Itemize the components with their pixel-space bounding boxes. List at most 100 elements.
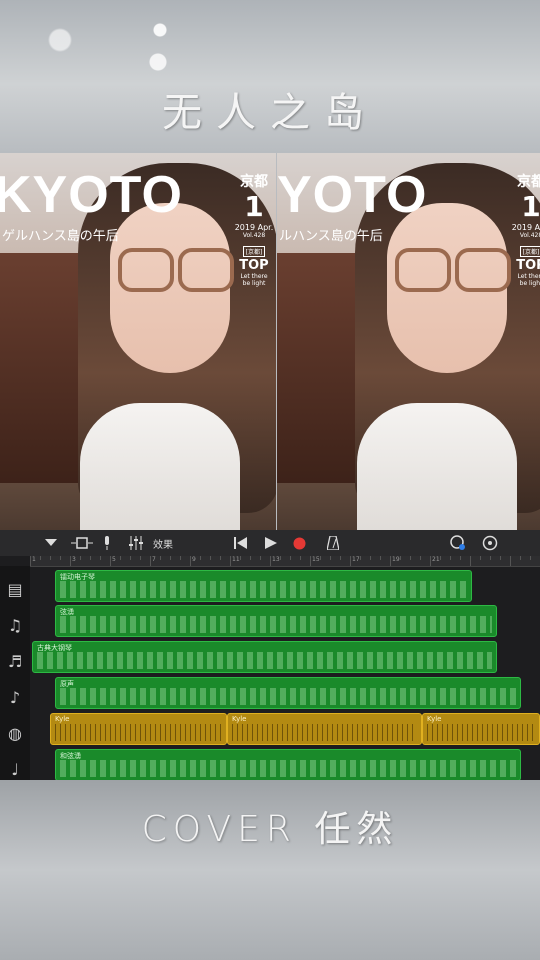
- ruler-tick: [240, 556, 241, 560]
- track-region-chords[interactable]: 和弦湧: [55, 749, 521, 781]
- ruler-tick: [450, 556, 451, 560]
- ruler-number: 15: [312, 556, 320, 563]
- singer-shirt: [357, 403, 517, 530]
- loop-icon: [450, 535, 465, 550]
- drum-hits: [55, 724, 222, 741]
- track-region-drums-2[interactable]: Kyle: [227, 713, 422, 745]
- mixer-button[interactable]: [126, 534, 146, 552]
- ruler-tick: [360, 556, 361, 560]
- ruler-number: 7: [152, 556, 156, 563]
- ruler-tick: [250, 556, 251, 560]
- ruler-tick: [470, 556, 471, 566]
- ruler-tick: [200, 556, 201, 560]
- view-toggle-icon: [71, 537, 93, 549]
- timeline-ruler[interactable]: 1 3 5 7 9 11 13 15 17 19 21: [30, 556, 540, 567]
- ruler-tick: [330, 556, 331, 560]
- instrument-column: ▤ ♫ ♬ ♪ ◍ ♩: [0, 566, 30, 780]
- ruler-tick: [390, 556, 391, 566]
- ruler-tick: [290, 556, 291, 560]
- daw-window: 效果 1 3 5 7 9 11 13 15 17 19 21 ▤ ♫ ♬ ♪ ◍ ♩ 镭动电子琴 弦…: [0, 530, 540, 781]
- ruler-tick: [430, 556, 431, 566]
- region-label: Kyle: [232, 715, 247, 723]
- magazine-small-1: Let there: [240, 273, 268, 280]
- midi-notes: [60, 616, 492, 633]
- ruler-tick: [490, 556, 491, 560]
- track-icon-drums[interactable]: ◍: [2, 720, 28, 746]
- track-region-piano[interactable]: 古典大钢琴: [32, 641, 497, 673]
- ruler-number: 11: [232, 556, 240, 563]
- magazine-title: KYOTO: [0, 166, 183, 224]
- piano-icon: ♬: [7, 651, 23, 671]
- magazine-city: 京都: [517, 174, 540, 190]
- ruler-tick: [420, 556, 421, 560]
- ruler-tick: [410, 556, 411, 560]
- metronome-button[interactable]: [324, 534, 342, 552]
- magazine-title: YOTO: [277, 166, 428, 224]
- track-region-strings[interactable]: 弦湧: [55, 605, 497, 637]
- track-menu-button[interactable]: [40, 534, 62, 552]
- glasses-left: [118, 248, 174, 292]
- magazine-side-info: 京都 1 2019 Apr. Vol.428 [京都] TOP Let ther…: [509, 171, 540, 287]
- singer-shirt: [80, 403, 240, 530]
- ruler-tick: [70, 556, 71, 566]
- ruler-tick: [460, 556, 461, 560]
- video-row: KYOTO ゲルハンス島の午后 京都 1 2019 Apr. Vol.428 […: [0, 153, 540, 530]
- ruler-number: 5: [112, 556, 116, 563]
- ruler-tick: [150, 556, 151, 566]
- ruler-tick: [160, 556, 161, 560]
- video-panel-left: KYOTO ゲルハンス島の午后 京都 1 2019 Apr. Vol.428 […: [0, 153, 276, 530]
- magazine-top: TOP: [516, 258, 540, 273]
- magazine-subtitle: ゲルハンス島の午后: [2, 229, 119, 244]
- track-icon-violin[interactable]: ♫: [2, 612, 28, 638]
- drums-icon: ◍: [8, 723, 22, 743]
- mic-button[interactable]: [100, 534, 114, 552]
- cover-credit: COVER 任然: [141, 809, 399, 850]
- midi-notes: [60, 581, 467, 598]
- ruler-tick: [350, 556, 351, 566]
- settings-button[interactable]: [480, 534, 500, 552]
- view-toggle-button[interactable]: [70, 534, 94, 552]
- ruler-tick: [40, 556, 41, 560]
- magazine-city: 京都: [240, 174, 268, 190]
- keyboard-icon: ▤: [7, 579, 23, 599]
- violin-icon: ♫: [7, 615, 23, 635]
- track-region-acoustic[interactable]: 原声: [55, 677, 521, 709]
- midi-notes: [60, 760, 516, 777]
- ruler-tick: [530, 556, 531, 560]
- track-region-keyboard[interactable]: 镭动电子琴: [55, 570, 472, 602]
- ruler-tick: [210, 556, 211, 560]
- song-title: 无人之岛: [162, 90, 378, 136]
- loop-browser-button[interactable]: [448, 534, 468, 552]
- drum-hits: [427, 724, 535, 741]
- record-button[interactable]: [290, 534, 308, 552]
- magazine-small-1: Let there: [517, 273, 540, 280]
- rewind-button[interactable]: [232, 534, 250, 552]
- ruler-tick: [80, 556, 81, 560]
- drum-hits: [232, 724, 417, 741]
- region-label: Kyle: [55, 715, 70, 723]
- magazine-tag: [京都]: [242, 246, 266, 257]
- track-icon-electric-guitar[interactable]: ♩: [2, 756, 28, 782]
- magazine-subtitle: ルハンス島の午后: [279, 229, 383, 244]
- track-icon-guitar[interactable]: ♪: [2, 684, 28, 710]
- play-button[interactable]: [262, 534, 280, 552]
- region-label: Kyle: [427, 715, 442, 723]
- ruler-number: 17: [352, 556, 360, 563]
- daw-toolbar: 效果: [0, 530, 540, 556]
- track-icon-piano[interactable]: ♬: [2, 648, 28, 674]
- magazine-vol: Vol.428: [242, 232, 266, 239]
- magazine-tag: [京都]: [519, 246, 540, 257]
- effects-button[interactable]: 效果: [150, 534, 176, 552]
- ruler-tick: [440, 556, 441, 560]
- ruler-tick: [300, 556, 301, 560]
- ruler-tick: [180, 556, 181, 560]
- ruler-tick: [130, 556, 131, 560]
- ruler-tick: [170, 556, 171, 560]
- track-region-drums-1[interactable]: Kyle: [50, 713, 227, 745]
- ruler-tick: [320, 556, 321, 560]
- ruler-number: 21: [432, 556, 440, 563]
- ruler-tick: [370, 556, 371, 560]
- video-panel-right: YOTO ルハンス島の午后 京都 1 2019 Apr. Vol.428 [京都…: [277, 153, 540, 530]
- track-icon-keyboard[interactable]: ▤: [2, 576, 28, 602]
- track-region-drums-3[interactable]: Kyle: [422, 713, 540, 745]
